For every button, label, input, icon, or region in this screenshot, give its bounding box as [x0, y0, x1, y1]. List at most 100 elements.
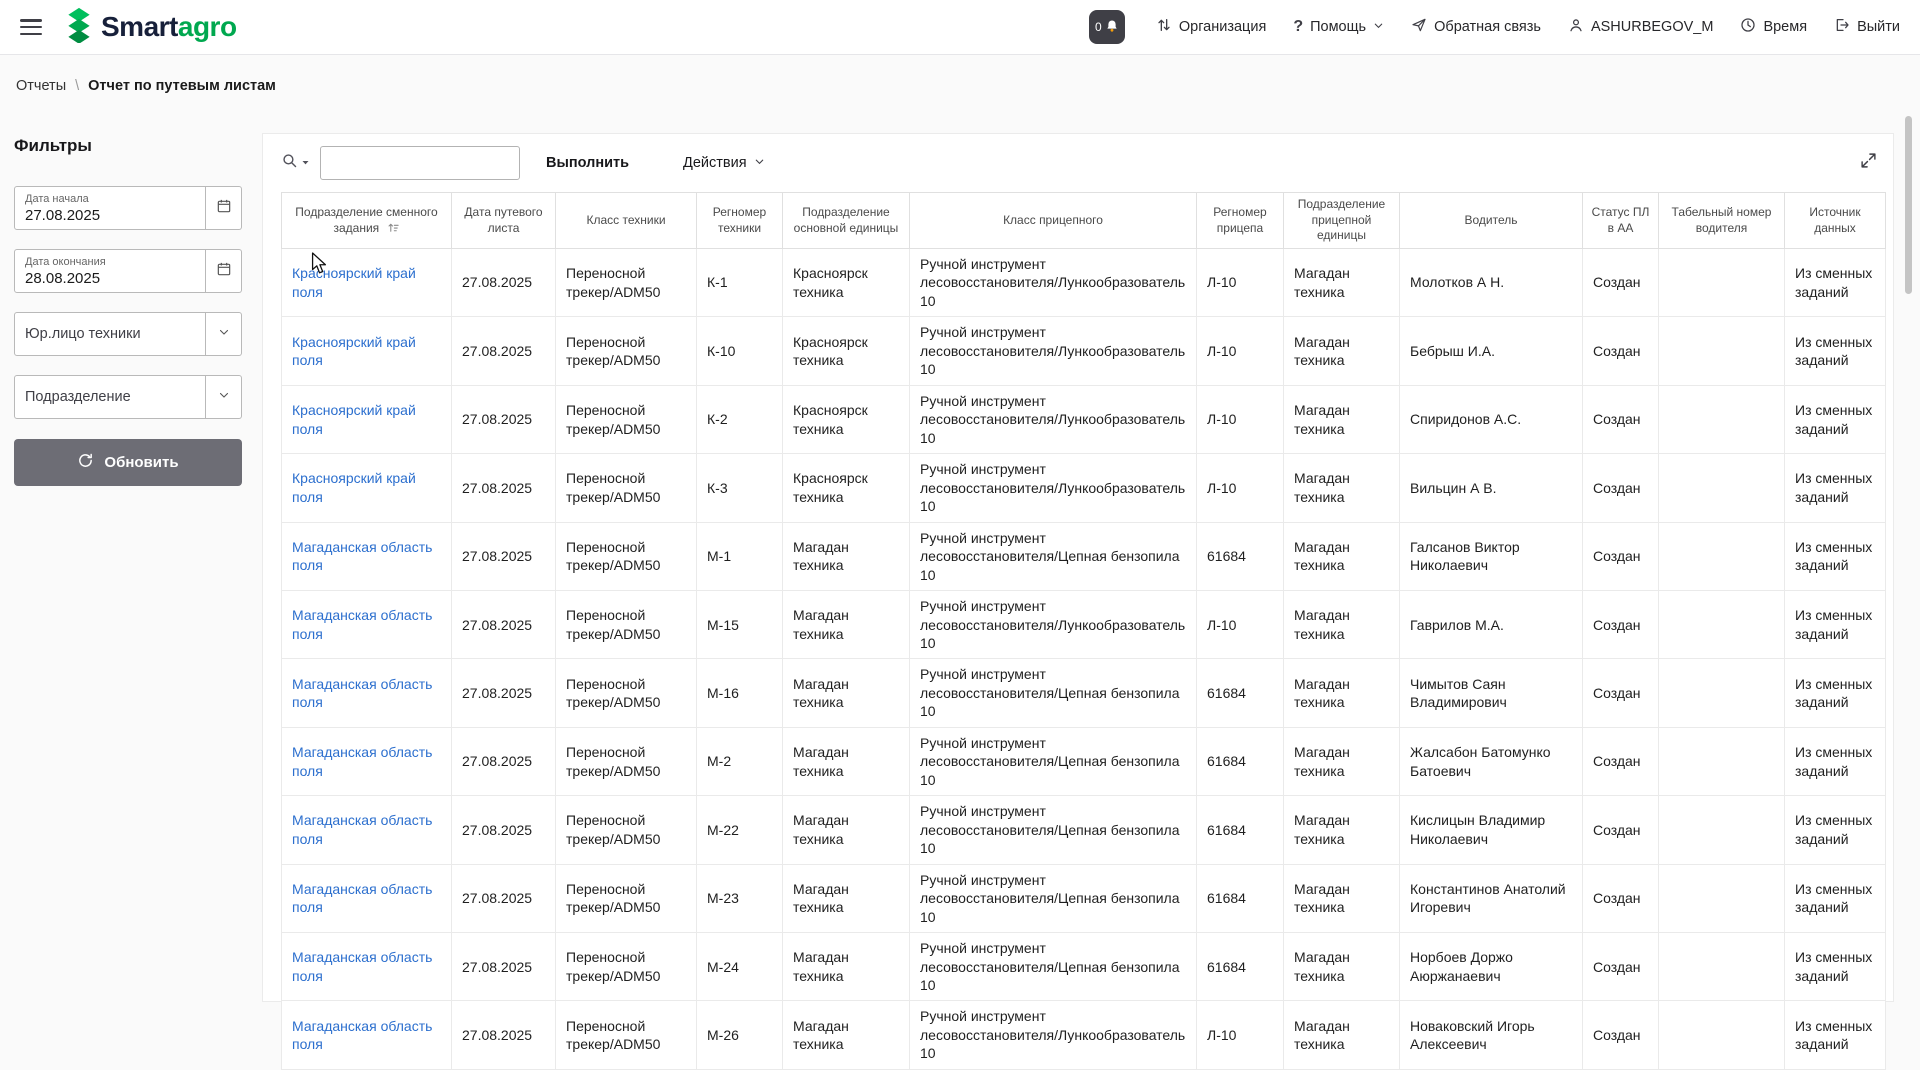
table-row[interactable]: Магаданская область поля27.08.2025Перено…: [282, 591, 1886, 659]
cell-col-4: М-26: [697, 1001, 783, 1069]
column-header-6[interactable]: Класс прицепного: [910, 193, 1197, 249]
table-row[interactable]: Магаданская область поля27.08.2025Перено…: [282, 796, 1886, 864]
cell-col-1[interactable]: Магаданская область поля: [282, 864, 452, 932]
table-row[interactable]: Магаданская область поля 27.08.2025Перено…: [282, 864, 1886, 932]
cell-col-9: Гаврилов М.А.: [1400, 591, 1583, 659]
division-link[interactable]: Магаданская область поля: [292, 539, 432, 573]
cell-col-12: Из сменных заданий: [1785, 317, 1886, 385]
division-link[interactable]: Красноярский край поля: [292, 402, 416, 436]
search-column-selector[interactable]: [281, 152, 310, 174]
division-link[interactable]: Магаданская область поля: [292, 744, 432, 778]
cell-col-1[interactable]: Красноярский край поля: [282, 454, 452, 522]
cell-col-11: [1659, 1001, 1785, 1069]
column-header-4[interactable]: Регномер техники: [697, 193, 783, 249]
column-header-9[interactable]: Водитель: [1400, 193, 1583, 249]
cell-col-1[interactable]: Красноярский край поля: [282, 317, 452, 385]
column-header-1[interactable]: Подразделение сменного задания: [282, 193, 452, 249]
organization-button[interactable]: Организация: [1156, 17, 1266, 37]
division-link[interactable]: Магаданская область поля: [292, 812, 432, 846]
division-link[interactable]: Красноярский край поля: [292, 265, 416, 299]
division-link[interactable]: Магаданская область поля: [292, 676, 432, 710]
help-menu[interactable]: ? Помощь: [1293, 18, 1384, 36]
run-button[interactable]: Выполнить: [536, 147, 639, 179]
time-button[interactable]: Время: [1740, 17, 1807, 37]
division-link[interactable]: Магаданская область поля: [292, 881, 432, 915]
logout-button[interactable]: Выйти: [1834, 17, 1900, 37]
division-link[interactable]: Красноярский край поля: [292, 334, 416, 368]
cell-col-1[interactable]: Магаданская область поля: [282, 522, 452, 590]
maximize-button[interactable]: [1860, 152, 1877, 174]
date-end-field[interactable]: Дата окончания 28.08.2025: [14, 249, 242, 293]
column-header-10[interactable]: Статус ПЛ в АА: [1583, 193, 1659, 249]
column-header-5[interactable]: Подразделение основной единицы: [783, 193, 910, 249]
date-end-calendar-button[interactable]: [206, 249, 242, 293]
cell-col-1[interactable]: Магаданская область поля: [282, 591, 452, 659]
cell-col-5: Магадан техника: [783, 864, 910, 932]
refresh-icon: [77, 452, 94, 473]
cell-col-1[interactable]: Магаданская область поля: [282, 727, 452, 795]
table-row[interactable]: Магаданская область поля27.08.2025Перено…: [282, 659, 1886, 727]
breadcrumb-reports[interactable]: Отчеты: [16, 78, 66, 94]
cell-col-1[interactable]: Красноярский край поля: [282, 249, 452, 317]
report-region: Выполнить Действия Подразделение сменног…: [262, 133, 1894, 1002]
cell-col-1[interactable]: Магаданская область поля: [282, 796, 452, 864]
actions-menu-button[interactable]: Действия: [673, 147, 775, 179]
cell-col-7: 61684: [1197, 522, 1284, 590]
cell-col-1[interactable]: Магаданская область поля: [282, 659, 452, 727]
vertical-scrollbar[interactable]: [1904, 58, 1912, 918]
division-select[interactable]: Подразделение: [14, 375, 242, 419]
cell-col-2: 27.08.2025: [452, 727, 556, 795]
division-link[interactable]: Магаданская область поля: [292, 607, 432, 641]
division-link[interactable]: Магаданская область поля: [292, 1018, 432, 1052]
feedback-button[interactable]: Обратная связь: [1411, 17, 1541, 37]
cell-col-2: 27.08.2025: [452, 454, 556, 522]
column-header-8[interactable]: Подразделение прицепной единицы: [1284, 193, 1400, 249]
cell-col-11: [1659, 864, 1785, 932]
cell-col-1[interactable]: Магаданская область поля: [282, 1001, 452, 1069]
cell-col-2: 27.08.2025: [452, 864, 556, 932]
cell-col-3: Переносной трекер/​ADM50: [556, 864, 697, 932]
table-row[interactable]: Магаданская область поля27.08.2025Перено…: [282, 522, 1886, 590]
scrollbar-thumb[interactable]: [1905, 116, 1912, 294]
table-row[interactable]: Красноярский край поля27.08.2025Переносн…: [282, 385, 1886, 453]
division-value[interactable]: Подразделение: [14, 375, 206, 419]
logo[interactable]: Smartagro: [64, 7, 237, 48]
column-header-3[interactable]: Класс техники: [556, 193, 697, 249]
cell-col-1[interactable]: Красноярский край поля: [282, 385, 452, 453]
notifications-button[interactable]: 0: [1089, 10, 1125, 44]
refresh-button[interactable]: Обновить: [14, 439, 242, 486]
cell-col-7: 61684: [1197, 933, 1284, 1001]
legal-entity-value[interactable]: Юр.лицо техники: [14, 312, 206, 356]
cell-col-9: Спиридонов А.С.: [1400, 385, 1583, 453]
table-row[interactable]: Красноярский край поля27.08.2025Переносн…: [282, 249, 1886, 317]
column-header-7[interactable]: Регномер прицепа: [1197, 193, 1284, 249]
date-start-field[interactable]: Дата начала 27.08.2025: [14, 186, 242, 230]
division-dropdown-button[interactable]: [206, 375, 242, 419]
cell-col-1[interactable]: Магаданская область поля: [282, 933, 452, 1001]
table-row[interactable]: Магаданская область поля27.08.2025Перено…: [282, 1001, 1886, 1069]
menu-icon[interactable]: [20, 19, 42, 35]
column-header-12[interactable]: Источник данных: [1785, 193, 1886, 249]
cell-col-4: К-2: [697, 385, 783, 453]
date-start-calendar-button[interactable]: [206, 186, 242, 230]
division-link[interactable]: Магаданская область поля: [292, 949, 432, 983]
table-row[interactable]: Красноярский край поля27.08.2025Переносн…: [282, 454, 1886, 522]
date-end-value[interactable]: 28.08.2025: [25, 270, 195, 287]
date-start-value[interactable]: 27.08.2025: [25, 207, 195, 224]
column-header-11[interactable]: Табельный номер водителя: [1659, 193, 1785, 249]
column-header-2[interactable]: Дата путевого листа: [452, 193, 556, 249]
table-row[interactable]: Магаданская область поля27.08.2025Перено…: [282, 727, 1886, 795]
cell-col-2: 27.08.2025: [452, 249, 556, 317]
table-row[interactable]: Красноярский край поля27.08.2025Переносн…: [282, 317, 1886, 385]
cell-col-8: Магадан техника: [1284, 1001, 1400, 1069]
cell-col-10: Создан: [1583, 249, 1659, 317]
logout-icon: [1834, 17, 1850, 37]
cell-col-12: Из сменных заданий: [1785, 249, 1886, 317]
division-link[interactable]: Красноярский край поля: [292, 470, 416, 504]
user-menu[interactable]: ASHURBEGOV_M: [1568, 17, 1713, 37]
search-input[interactable]: [320, 146, 520, 180]
table-row[interactable]: Магаданская область поля27.08.2025Перено…: [282, 933, 1886, 1001]
legal-entity-select[interactable]: Юр.лицо техники: [14, 312, 242, 356]
legal-entity-dropdown-button[interactable]: [206, 312, 242, 356]
cell-col-7: Л-10: [1197, 385, 1284, 453]
